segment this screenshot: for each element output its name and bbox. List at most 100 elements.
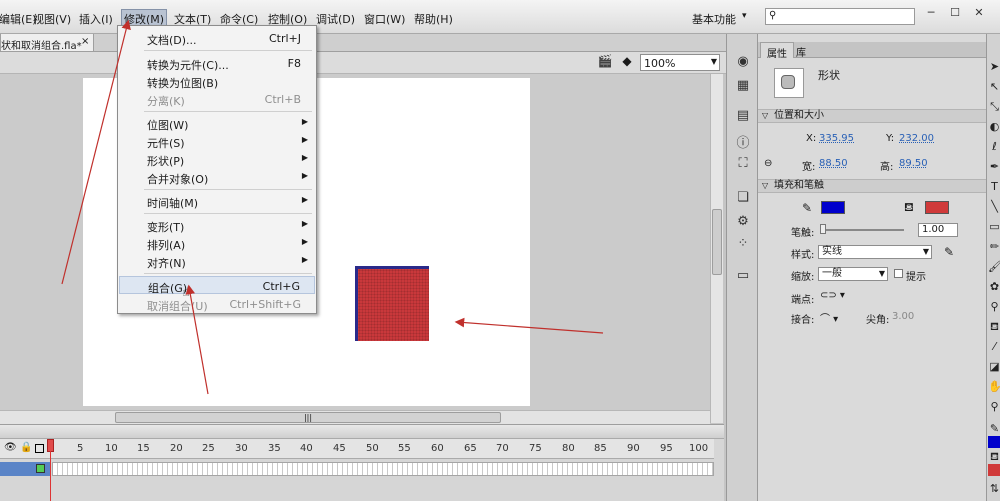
motion-presets-icon[interactable]: ⁘ — [734, 236, 752, 252]
join-style-select[interactable]: ⌒ ▾ — [820, 310, 838, 325]
subselection-tool-icon[interactable]: ↖ — [988, 80, 1000, 94]
position-size-section[interactable]: ▽ 位置和大小 — [758, 109, 986, 123]
deco-tool-icon[interactable]: ✿ — [988, 280, 1000, 294]
stroke-pencil-icon[interactable]: ✎ — [988, 422, 1000, 436]
minimize-icon[interactable]: ─ — [920, 5, 942, 21]
y-value[interactable]: 232.00 — [899, 133, 934, 144]
menu-view[interactable]: 视图(V) — [33, 11, 71, 27]
swap-colors-icon[interactable]: ⇅ — [988, 482, 1000, 496]
paint-bucket-tool-icon[interactable]: ⛾ — [988, 320, 1000, 334]
color-panel-icon[interactable]: ◉ — [734, 54, 752, 70]
style-select[interactable]: 实线 ▼ — [818, 245, 932, 259]
menu-item-shape[interactable]: 形状(P) ▶ — [119, 150, 315, 168]
hand-tool-icon[interactable]: ✋ — [988, 380, 1000, 394]
edit-symbol-icon[interactable]: ◆ — [618, 54, 636, 70]
stroke-color-swatch[interactable] — [821, 201, 845, 214]
lock-icon[interactable]: 🔒 — [20, 442, 32, 453]
stroke-width-slider[interactable] — [820, 224, 904, 234]
eraser-tool-icon[interactable]: ◪ — [988, 360, 1000, 374]
menu-item-document[interactable]: 文档(D)... Ctrl+J — [119, 29, 315, 47]
cap-style-select[interactable]: ⊂⊃ ▾ — [820, 290, 845, 301]
outline-icon[interactable] — [35, 444, 44, 453]
workspace-switcher[interactable]: 基本功能 — [692, 11, 736, 27]
close-icon[interactable]: ✕ — [968, 5, 990, 21]
components-icon[interactable]: ⚙ — [734, 214, 752, 230]
line-tool-icon[interactable]: ╲ — [988, 200, 1000, 214]
frame-ruler[interactable]: 👁 🔒 1 5 10 15 20 25 30 35 40 45 50 55 60… — [0, 439, 714, 459]
3d-rotation-tool-icon[interactable]: ◐ — [988, 120, 1000, 134]
width-value[interactable]: 88.50 — [819, 158, 848, 169]
height-label: 高: — [880, 162, 894, 173]
tab-properties[interactable]: 属性 — [760, 42, 794, 60]
layer-outline-swatch[interactable] — [36, 464, 45, 473]
fill-color-swatch[interactable] — [988, 464, 1000, 476]
zoom-select[interactable]: 100% ▼ — [640, 54, 720, 71]
menu-window[interactable]: 窗口(W) — [364, 11, 405, 27]
search-input[interactable]: ⚲ — [765, 8, 915, 25]
menu-item-arrange[interactable]: 排列(A) ▶ — [119, 234, 315, 252]
fill-bucket-icon[interactable]: ⛾ — [988, 450, 1000, 464]
playhead-line — [50, 451, 51, 501]
chevron-down-icon: ▼ — [710, 57, 717, 66]
text-tool-icon[interactable]: T — [988, 180, 1000, 194]
project-panel-icon[interactable]: ▭ — [734, 268, 752, 284]
close-icon[interactable]: × — [81, 36, 89, 47]
menu-item-timeline[interactable]: 时间轴(M) ▶ — [119, 192, 315, 210]
tab-library[interactable]: 库 — [790, 42, 812, 59]
vertical-scrollbar[interactable] — [710, 74, 723, 423]
x-value[interactable]: 335.95 — [819, 133, 854, 144]
menu-debug[interactable]: 调试(D) — [316, 11, 355, 27]
menu-insert[interactable]: 插入(I) — [79, 11, 113, 27]
menu-item-align[interactable]: 对齐(N) ▶ — [119, 252, 315, 270]
menu-item-transform[interactable]: 变形(T) ▶ — [119, 216, 315, 234]
lasso-tool-icon[interactable]: ℓ — [988, 140, 1000, 154]
menu-item-combine-objects[interactable]: 合并对象(O) ▶ — [119, 168, 315, 186]
eyedropper-tool-icon[interactable]: ⁄ — [988, 340, 1000, 354]
fill-stroke-section[interactable]: ▽ 填充和笔触 — [758, 179, 986, 193]
pencil-tool-icon[interactable]: ✏ — [988, 240, 1000, 254]
brush-tool-icon[interactable]: 🖌 — [988, 260, 1000, 274]
height-value[interactable]: 89.50 — [899, 158, 928, 169]
layer-name-cell[interactable] — [0, 462, 50, 476]
menu-item-break-apart[interactable]: 分离(K) Ctrl+B — [119, 90, 315, 108]
edit-scene-icon[interactable]: 🎬 — [596, 54, 614, 70]
fill-color-swatch[interactable] — [925, 201, 949, 214]
menu-item-symbol[interactable]: 元件(S) ▶ — [119, 132, 315, 150]
lock-aspect-icon[interactable]: ⊖ — [764, 158, 772, 169]
slider-handle[interactable] — [820, 224, 826, 234]
scale-select[interactable]: 一般 ▼ — [818, 267, 888, 281]
maximize-icon[interactable]: ☐ — [944, 5, 966, 21]
menu-item-convert-to-symbol[interactable]: 转换为元件(C)... F8 — [119, 54, 315, 72]
menu-edit[interactable]: 编辑(E) — [0, 11, 37, 27]
horizontal-scrollbar[interactable]: ||| — [0, 410, 710, 424]
red-square-shape[interactable] — [355, 266, 429, 341]
selection-tool-icon[interactable]: ➤ — [988, 60, 1000, 74]
submenu-arrow-icon: ▶ — [301, 153, 308, 162]
scroll-thumb[interactable]: ||| — [115, 412, 501, 423]
menu-help[interactable]: 帮助(H) — [414, 11, 453, 27]
document-tab[interactable]: 状和取消组合.fla* × — [0, 34, 94, 52]
swatches-panel-icon[interactable]: ▦ — [734, 78, 752, 94]
menu-item-bitmap[interactable]: 位图(W) ▶ — [119, 114, 315, 132]
info-panel-icon[interactable]: ⓘ — [734, 132, 752, 151]
transform-panel-icon[interactable]: ⛶ — [734, 156, 752, 172]
code-snippets-icon[interactable]: ❏ — [734, 190, 752, 206]
zoom-tool-icon[interactable]: ⚲ — [988, 400, 1000, 414]
frame-cells[interactable] — [52, 462, 714, 476]
scroll-thumb[interactable] — [712, 209, 722, 275]
pen-tool-icon[interactable]: ✒ — [988, 160, 1000, 174]
hint-checkbox[interactable] — [894, 269, 903, 278]
bone-tool-icon[interactable]: ⚲ — [988, 300, 1000, 314]
align-panel-icon[interactable]: ▤ — [734, 108, 752, 124]
layer-row[interactable] — [0, 459, 714, 486]
rectangle-tool-icon[interactable]: ▭ — [988, 220, 1000, 234]
menu-item-group[interactable]: 组合(G) Ctrl+G — [119, 276, 315, 295]
chevron-down-icon[interactable]: ▾ — [742, 11, 747, 21]
edit-style-icon[interactable]: ✎ — [944, 245, 954, 259]
menu-item-ungroup[interactable]: 取消组合(U) Ctrl+Shift+G — [119, 295, 315, 313]
menu-item-convert-to-bitmap[interactable]: 转换为位图(B) — [119, 72, 315, 90]
eye-icon[interactable]: 👁 — [4, 442, 17, 453]
stroke-width-input[interactable]: 1.00 — [918, 223, 958, 237]
stroke-color-swatch[interactable] — [988, 436, 1000, 448]
transform-tool-icon[interactable]: ⤡ — [988, 100, 1000, 114]
